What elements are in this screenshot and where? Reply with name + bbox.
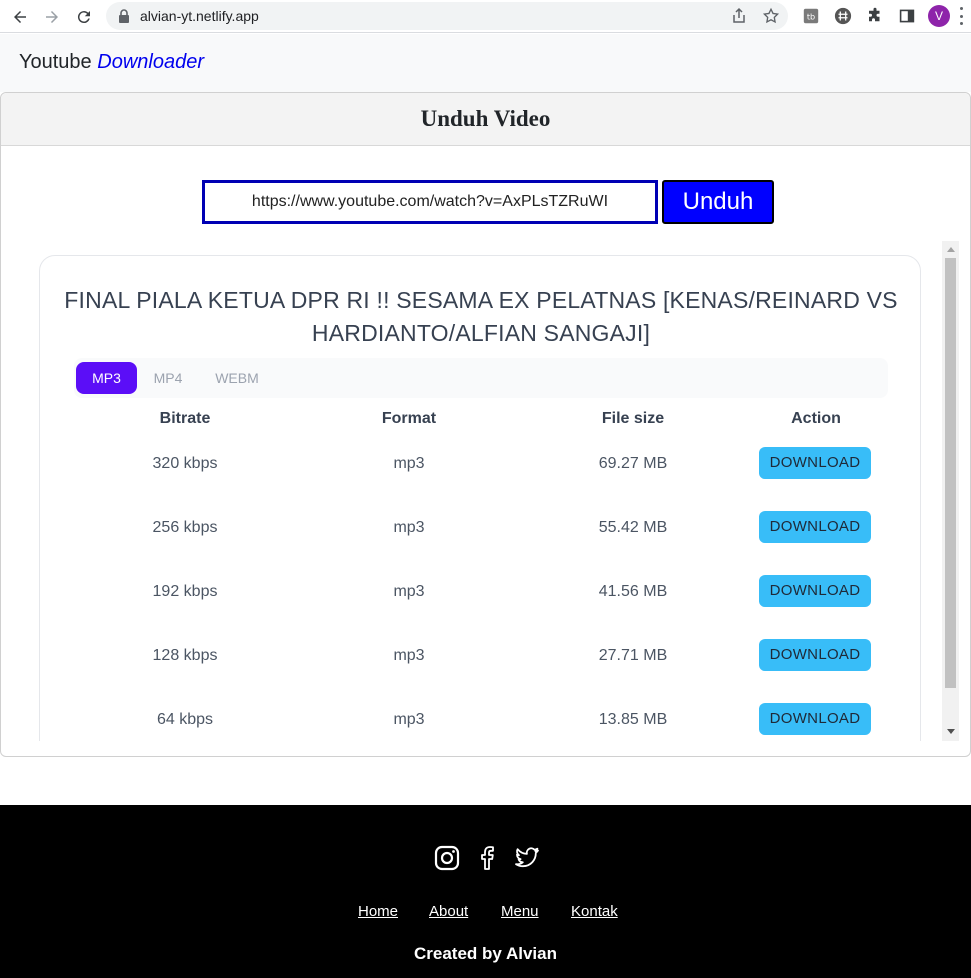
svg-text:tb: tb	[807, 12, 815, 22]
extension-tb-icon[interactable]: tb	[801, 6, 821, 26]
row-2-size: 55.42 MB	[598, 519, 668, 536]
row-3-bitrate: 192 kbps	[152, 583, 218, 600]
profile-avatar[interactable]: V	[928, 5, 950, 27]
address-bar[interactable]: alvian-yt.netlify.app	[106, 2, 788, 30]
row-1-format: mp3	[393, 455, 425, 472]
row-1-bitrate: 320 kbps	[152, 455, 218, 472]
column-header-bitrate: Bitrate	[159, 410, 211, 427]
site-navbar: Youtube Downloader	[0, 34, 971, 92]
scrollbar-thumb[interactable]	[945, 258, 956, 688]
tab-mp3[interactable]: MP3	[76, 362, 137, 394]
column-header-file-size: File size	[601, 410, 665, 427]
tab-mp4[interactable]: MP4	[140, 362, 196, 394]
row-2-format: mp3	[393, 519, 425, 536]
row-3-format: mp3	[393, 583, 425, 600]
results-scroll-area[interactable]: FINAL PIALA KETUA DPR RI !! SESAMA EX PE…	[1, 241, 970, 741]
video-title: FINAL PIALA KETUA DPR RI !! SESAMA EX PE…	[64, 287, 898, 346]
footer-link-menu[interactable]: Menu	[501, 903, 539, 920]
footer-link-home[interactable]: Home	[358, 903, 398, 920]
card-title: Unduh Video	[420, 106, 551, 131]
format-tabs: MP3 MP4 WEBM	[74, 358, 888, 398]
row-5-format: mp3	[393, 711, 425, 728]
back-button[interactable]	[8, 5, 32, 29]
card-header: Unduh Video	[1, 93, 970, 146]
scroll-down-arrow-icon[interactable]	[947, 729, 955, 734]
scroll-up-arrow-icon[interactable]	[947, 247, 955, 252]
unduh-button[interactable]: Unduh	[662, 180, 774, 224]
row-4-bitrate: 128 kbps	[152, 647, 218, 664]
brand-accent: Downloader	[97, 51, 204, 73]
brand-plain: Youtube	[19, 51, 92, 73]
row-5-bitrate: 64 kbps	[156, 711, 214, 728]
reload-button[interactable]	[72, 5, 96, 29]
download-button-320[interactable]: DOWNLOAD	[759, 447, 871, 479]
row-5-size: 13.85 MB	[598, 711, 668, 728]
tab-webm[interactable]: WEBM	[202, 362, 272, 394]
url-text: alvian-yt.netlify.app	[140, 8, 259, 24]
row-4-format: mp3	[393, 647, 425, 664]
bookmark-star-icon[interactable]	[762, 7, 780, 25]
row-2-bitrate: 256 kbps	[152, 519, 218, 536]
row-1-size: 69.27 MB	[598, 455, 668, 472]
download-button-256[interactable]: DOWNLOAD	[759, 511, 871, 543]
results-scrollbar[interactable]	[942, 241, 959, 741]
lock-icon	[119, 9, 129, 23]
footer-link-about[interactable]: About	[429, 903, 468, 920]
footer-credit: Created by Alvian	[414, 944, 557, 963]
extensions-puzzle-icon[interactable]	[865, 6, 885, 26]
footer-link-kontak[interactable]: Kontak	[571, 903, 618, 920]
forward-button[interactable]	[40, 5, 64, 29]
share-icon[interactable]	[730, 7, 748, 25]
facebook-icon[interactable]	[474, 845, 500, 871]
result-card: FINAL PIALA KETUA DPR RI !! SESAMA EX PE…	[39, 255, 921, 741]
browser-toolbar: alvian-yt.netlify.app tb V	[0, 0, 971, 33]
download-button-128[interactable]: DOWNLOAD	[759, 639, 871, 671]
row-4-size: 27.71 MB	[598, 647, 668, 664]
extension-hash-icon[interactable]	[833, 6, 853, 26]
reload-icon	[77, 11, 90, 24]
site-brand[interactable]: Youtube Downloader	[19, 51, 204, 74]
download-button-192[interactable]: DOWNLOAD	[759, 575, 871, 607]
forward-arrow-icon	[46, 11, 58, 23]
column-header-action: Action	[791, 410, 841, 427]
download-card: Unduh Video https://www.youtube.com/watc…	[0, 92, 971, 757]
back-arrow-icon	[14, 11, 26, 23]
side-panel-icon[interactable]	[897, 6, 917, 26]
download-button-64[interactable]: DOWNLOAD	[759, 703, 871, 735]
column-header-format: Format	[381, 410, 437, 427]
twitter-icon[interactable]	[514, 845, 540, 871]
row-3-size: 41.56 MB	[598, 583, 668, 600]
instagram-icon[interactable]	[434, 845, 460, 871]
site-footer: Home About Menu Kontak Created by Alvian	[0, 805, 971, 978]
browser-menu-icon[interactable]	[958, 7, 964, 25]
video-url-input[interactable]: https://www.youtube.com/watch?v=AxPLsTZR…	[202, 180, 658, 224]
